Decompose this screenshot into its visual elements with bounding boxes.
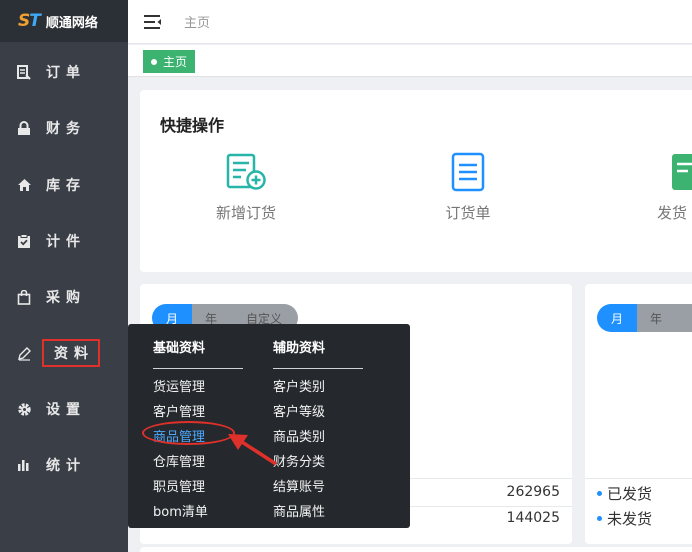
divider [585,478,692,479]
order-list-icon [451,152,485,192]
sidebar-item-label: 资料 [42,339,100,367]
submenu-item-customer-category[interactable]: 客户类别 [273,375,363,400]
quick-actions-title: 快捷操作 [160,116,225,135]
sidebar-item-finance[interactable]: 财务 [0,108,128,148]
sidebar-item-label: 统计 [46,458,86,474]
submenu-item-customers[interactable]: 客户管理 [153,400,243,425]
shipping-stats-card: 月 年 已发货 未发货 [585,284,692,544]
legend-label: 已发货 [607,485,653,503]
quick-action-label: 发货 [657,204,688,222]
submenu-item-product-attributes[interactable]: 商品属性 [273,500,363,525]
quick-action-order-list[interactable]: 订货单 [408,152,528,223]
data-submenu: 基础资料 货运管理 客户管理 商品管理 仓库管理 职员管理 bom清单 辅助资料… [128,324,410,528]
tab-label: 主页 [163,55,188,69]
sidebar-item-settings[interactable]: 设置 [0,389,128,429]
tab-bar: 主页 [128,45,692,77]
sidebar: ST 顺通网络 订单 财务 库存 计件 采购 资料 设置 统计 [0,0,128,552]
sidebar-item-label: 财务 [46,121,86,137]
submenu-item-staff[interactable]: 职员管理 [153,475,243,500]
sidebar-item-piecework[interactable]: 计件 [0,221,128,261]
submenu-item-products[interactable]: 商品管理 [153,425,243,450]
sidebar-item-label: 设置 [46,402,86,418]
sidebar-item-inventory[interactable]: 库存 [0,165,128,205]
legend-dot-icon [597,491,602,496]
submenu-column-auxiliary: 辅助资料 客户类别 客户等级 商品类别 财务分类 结算账号 商品属性 [273,337,363,525]
logo-mark: ST [18,11,41,31]
stat-value: 262965 [506,484,560,500]
breadcrumb[interactable]: 主页 [184,12,210,31]
bar-chart-icon [16,457,32,473]
period-segmented-control: 月 年 [597,304,692,332]
menu-toggle-icon[interactable] [144,14,162,30]
home-icon [16,177,32,193]
app-title: 顺通网络 [45,15,98,31]
quick-action-label: 订货单 [445,204,491,222]
submenu-title: 辅助资料 [273,337,363,369]
quick-action-label: 新增订货 [215,204,276,222]
document-icon [16,64,32,80]
sidebar-item-statistics[interactable]: 统计 [0,445,128,485]
submenu-item-freight[interactable]: 货运管理 [153,375,243,400]
pencil-icon [16,345,32,361]
sidebar-item-label: 订单 [46,65,86,81]
legend-label: 未发货 [607,510,653,528]
submenu-title: 基础资料 [153,337,243,369]
segment-custom[interactable] [675,304,692,332]
segment-month[interactable]: 月 [597,304,637,332]
legend-unshipped: 未发货 [597,508,652,529]
bottom-card [140,547,692,552]
lock-icon [16,120,32,136]
quick-action-shipping[interactable]: 发货 [618,152,692,223]
submenu-item-settlement-account[interactable]: 结算账号 [273,475,363,500]
shipping-icon [672,154,692,190]
active-dot-icon [151,58,157,65]
sidebar-item-label: 库存 [46,178,86,194]
add-order-icon [226,153,266,190]
quick-actions-card: 快捷操作 新增订货 订货单 发货 [140,90,692,272]
legend-dot-icon [597,516,602,521]
stat-value: 144025 [506,510,560,526]
submenu-item-product-category[interactable]: 商品类别 [273,425,363,450]
app-logo[interactable]: ST 顺通网络 [0,0,128,42]
sidebar-item-orders[interactable]: 订单 [0,52,128,92]
sidebar-item-label: 计件 [46,234,86,250]
topbar: 主页 [128,0,692,44]
submenu-item-customer-level[interactable]: 客户等级 [273,400,363,425]
clipboard-check-icon [16,233,32,249]
submenu-item-finance-category[interactable]: 财务分类 [273,450,363,475]
submenu-item-warehouse[interactable]: 仓库管理 [153,450,243,475]
sidebar-item-purchase[interactable]: 采购 [0,277,128,317]
segment-year[interactable]: 年 [637,304,675,332]
submenu-item-bom[interactable]: bom清单 [153,500,243,525]
gear-icon [16,401,32,417]
legend-shipped: 已发货 [597,483,652,504]
quick-action-add-order[interactable]: 新增订货 [186,152,306,223]
shopping-bag-icon [16,289,32,305]
sidebar-item-data[interactable]: 资料 [0,333,128,373]
sidebar-item-label: 采购 [46,290,86,306]
tab-home[interactable]: 主页 [143,50,196,73]
submenu-column-basic: 基础资料 货运管理 客户管理 商品管理 仓库管理 职员管理 bom清单 [153,337,243,525]
